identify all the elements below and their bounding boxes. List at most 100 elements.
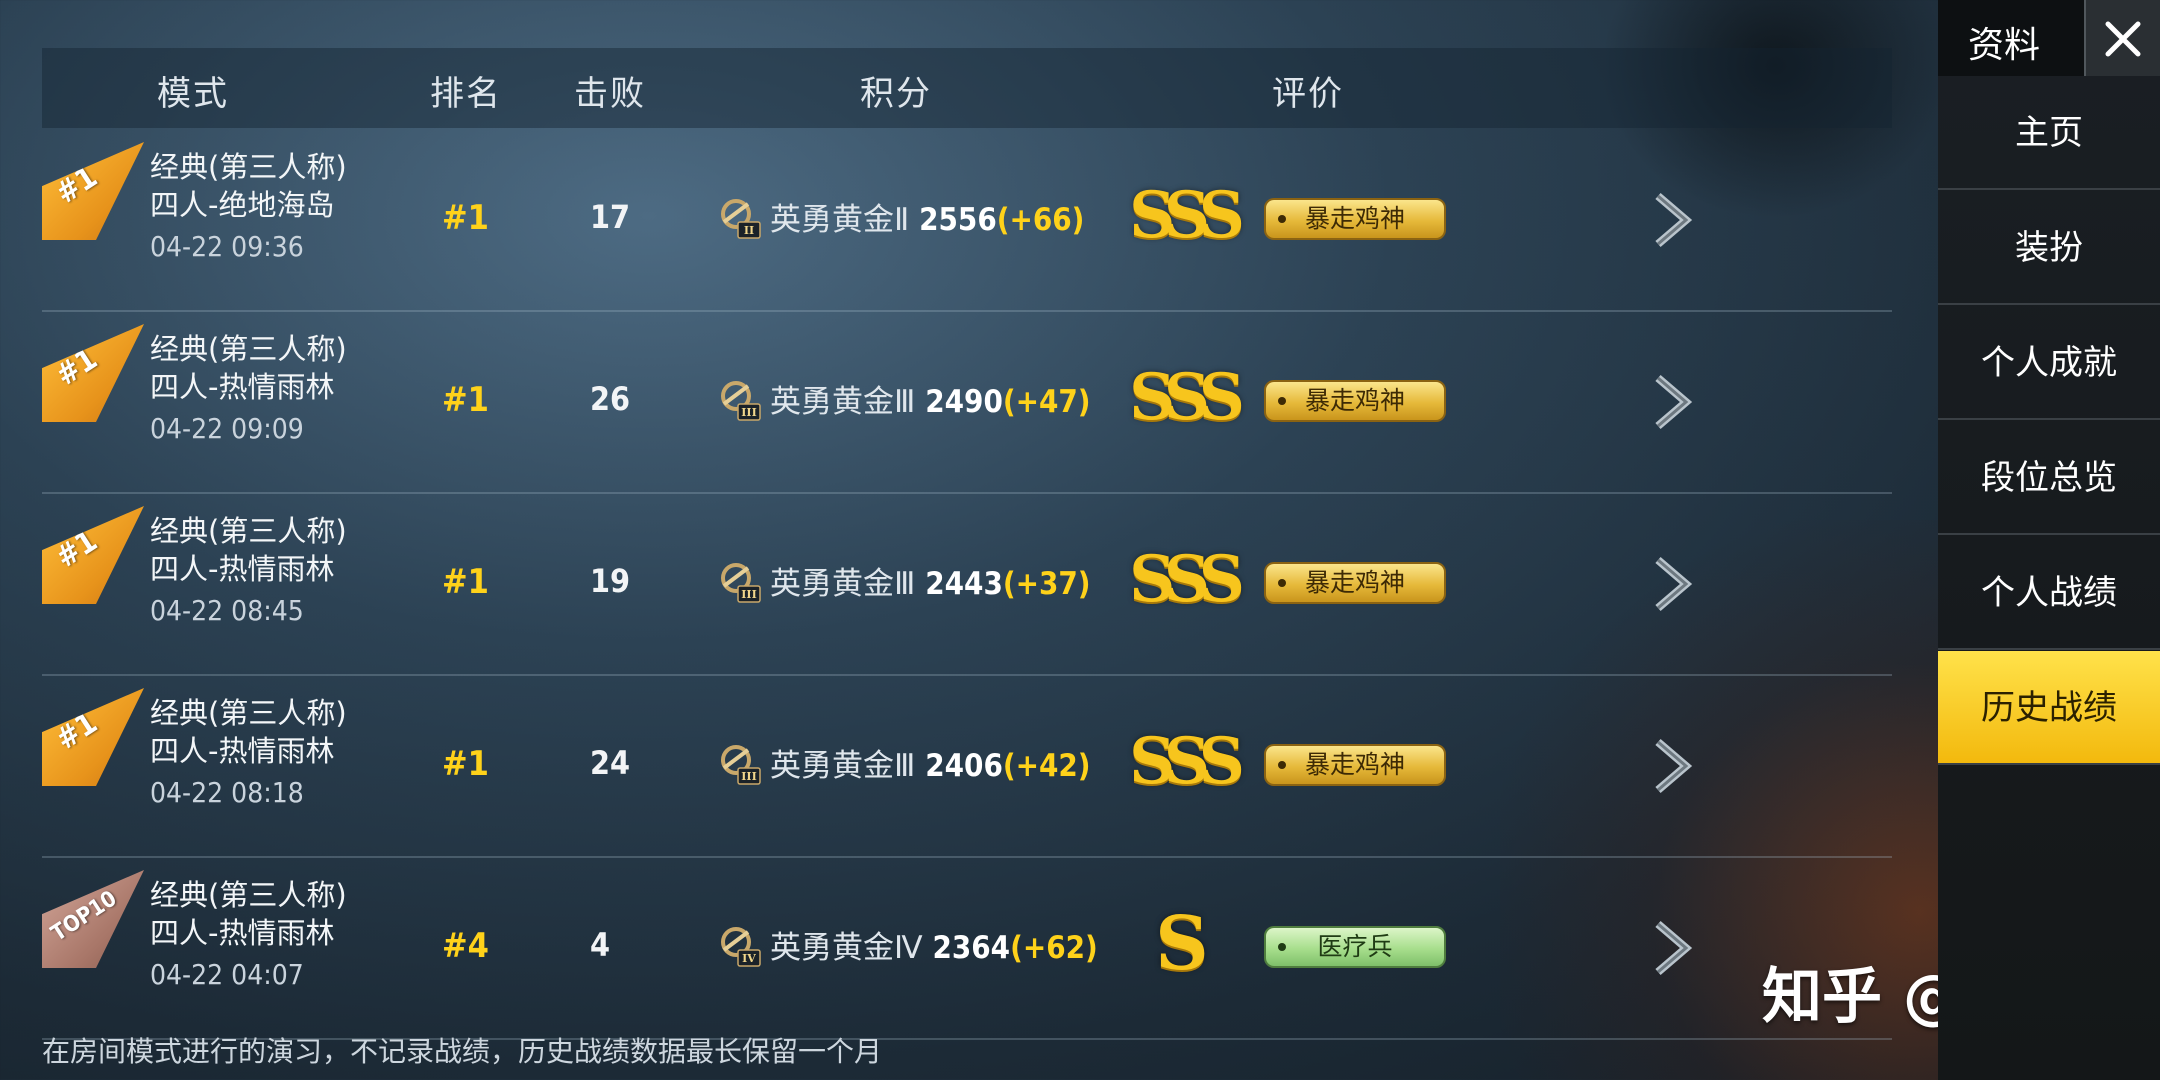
close-icon	[2105, 21, 2141, 57]
chevron-right-icon[interactable]	[1648, 920, 1696, 976]
points-delta: (+42)	[1002, 748, 1091, 784]
header-score: 积分	[860, 74, 932, 114]
table-header: 模式 排名 击败 积分 评价	[42, 48, 1892, 128]
match-mode: 经典(第三人称) 四人-热情雨林 04-22 08:45	[150, 512, 347, 630]
tier-name: 英勇黄金Ⅲ	[770, 384, 916, 420]
placement-flag: #1	[42, 142, 144, 240]
sidebar-item-5[interactable]: 个人战绩	[1938, 536, 2160, 650]
tier-points: 2364	[932, 930, 1011, 966]
match-row[interactable]: #1 经典(第三人称) 四人-绝地海岛 04-22 09:36 #1 17 II…	[42, 130, 1892, 312]
placement-flag: #1	[42, 324, 144, 422]
header-rank: 排名	[430, 74, 502, 114]
placement-flag-label: #1	[49, 341, 104, 394]
rating-badge: 暴走鸡神	[1264, 744, 1446, 786]
badge-label: 暴走鸡神	[1304, 386, 1405, 415]
grade-mark: SSS	[1129, 724, 1245, 799]
match-time: 04-22 04:07	[150, 958, 304, 991]
tier-points: 2556	[919, 202, 997, 238]
match-rank: #1	[442, 380, 489, 420]
match-kills: 19	[590, 562, 631, 600]
grade-mark: S	[1155, 901, 1209, 987]
sidebar-item-3[interactable]: 个人成就	[1938, 306, 2160, 420]
tier-name: 英勇黄金Ⅳ	[770, 930, 923, 966]
tier-points: 2490	[925, 384, 1003, 420]
match-score: 英勇黄金Ⅲ 2490(+47)	[770, 376, 1091, 421]
tier-points: 2443	[925, 566, 1003, 602]
points-delta: (+47)	[1002, 384, 1091, 420]
chevron-right-icon[interactable]	[1648, 192, 1696, 248]
badge-label: 暴走鸡神	[1304, 750, 1405, 779]
svg-text:IV: IV	[742, 952, 756, 965]
points-delta: (+37)	[1002, 566, 1091, 602]
map-label: 四人-热情雨林	[150, 552, 335, 586]
match-mode: 经典(第三人称) 四人-热情雨林 04-22 08:18	[150, 694, 347, 812]
header-mode: 模式	[157, 74, 229, 114]
header-rating: 评价	[1272, 74, 1344, 114]
badge-dot	[1278, 943, 1286, 951]
match-mode: 经典(第三人称) 四人-热情雨林 04-22 09:09	[150, 330, 347, 448]
placement-flag: #1	[42, 688, 144, 786]
match-row[interactable]: #1 经典(第三人称) 四人-热情雨林 04-22 08:18 #1 24 II…	[42, 676, 1892, 858]
points-delta: (+66)	[996, 202, 1085, 238]
svg-text:III: III	[741, 406, 756, 419]
match-time: 04-22 08:45	[150, 594, 304, 627]
map-label: 四人-热情雨林	[150, 370, 335, 404]
tier-badge-icon: IV	[721, 927, 761, 967]
points-delta: (+62)	[1010, 930, 1098, 966]
sidebar-item-6[interactable]: 历史战绩	[1938, 651, 2160, 765]
sidebar-header: 资料	[1938, 0, 2160, 76]
rating-badge: 暴走鸡神	[1264, 198, 1446, 240]
match-row[interactable]: TOP10 经典(第三人称) 四人-热情雨林 04-22 04:07 #4 4 …	[42, 858, 1892, 1040]
match-time: 04-22 08:18	[150, 776, 304, 809]
match-mode: 经典(第三人称) 四人-热情雨林 04-22 04:07	[150, 876, 347, 994]
match-kills: 4	[590, 926, 611, 964]
tier-badge-icon: III	[721, 563, 761, 603]
placement-flag: #1	[42, 506, 144, 604]
match-row[interactable]: #1 经典(第三人称) 四人-热情雨林 04-22 09:09 #1 26 II…	[42, 312, 1892, 494]
sidebar-item-2[interactable]: 装扮	[1938, 191, 2160, 305]
chevron-right-icon[interactable]	[1648, 738, 1696, 794]
match-score: 英勇黄金Ⅱ 2556(+66)	[770, 194, 1084, 239]
rating-badge: 医疗兵	[1264, 926, 1446, 968]
map-label: 四人-热情雨林	[150, 734, 335, 768]
grade-mark: SSS	[1129, 360, 1245, 435]
map-label: 四人-绝地海岛	[150, 188, 335, 222]
sidebar-item-4[interactable]: 段位总览	[1938, 421, 2160, 535]
svg-text:II: II	[744, 224, 754, 237]
badge-label: 暴走鸡神	[1304, 568, 1405, 597]
mode-label: 经典(第三人称)	[150, 696, 347, 730]
rating-badge: 暴走鸡神	[1264, 562, 1446, 604]
match-score: 英勇黄金Ⅲ 2406(+42)	[770, 740, 1091, 785]
svg-text:III: III	[741, 770, 756, 783]
mode-label: 经典(第三人称)	[150, 150, 347, 184]
placement-flag-label: #1	[49, 523, 104, 576]
match-kills: 26	[590, 380, 631, 418]
match-row[interactable]: #1 经典(第三人称) 四人-热情雨林 04-22 08:45 #1 19 II…	[42, 494, 1892, 676]
badge-dot	[1278, 215, 1286, 223]
footer-note: 在房间模式进行的演习，不记录战绩，历史战绩数据最长保留一个月	[42, 1035, 883, 1068]
badge-dot	[1278, 397, 1286, 405]
chevron-right-icon[interactable]	[1648, 374, 1696, 430]
placement-flag-label: TOP10	[47, 886, 122, 947]
placement-flag: TOP10	[42, 870, 144, 968]
header-kills: 击败	[574, 74, 646, 114]
chevron-right-icon[interactable]	[1648, 556, 1696, 612]
map-label: 四人-热情雨林	[150, 916, 335, 950]
close-button[interactable]	[2084, 0, 2160, 76]
rating-badge: 暴走鸡神	[1264, 380, 1446, 422]
mode-label: 经典(第三人称)	[150, 514, 347, 548]
svg-text:III: III	[741, 588, 756, 601]
tier-name: 英勇黄金Ⅲ	[770, 748, 916, 784]
tier-badge-icon: III	[721, 745, 761, 785]
mode-label: 经典(第三人称)	[150, 332, 347, 366]
sidebar: 资料 主页 装扮 个人成就 段位总览 个人战绩 历史战绩	[1938, 0, 2160, 1080]
badge-dot	[1278, 761, 1286, 769]
sidebar-item-1[interactable]: 主页	[1938, 76, 2160, 190]
placement-flag-label: #1	[49, 159, 104, 212]
match-score: 英勇黄金Ⅳ 2364(+62)	[770, 922, 1098, 967]
tier-points: 2406	[925, 748, 1003, 784]
grade-mark: SSS	[1129, 178, 1245, 253]
match-kills: 17	[590, 198, 631, 236]
badge-label: 暴走鸡神	[1304, 204, 1405, 233]
grade-mark: SSS	[1129, 542, 1245, 617]
